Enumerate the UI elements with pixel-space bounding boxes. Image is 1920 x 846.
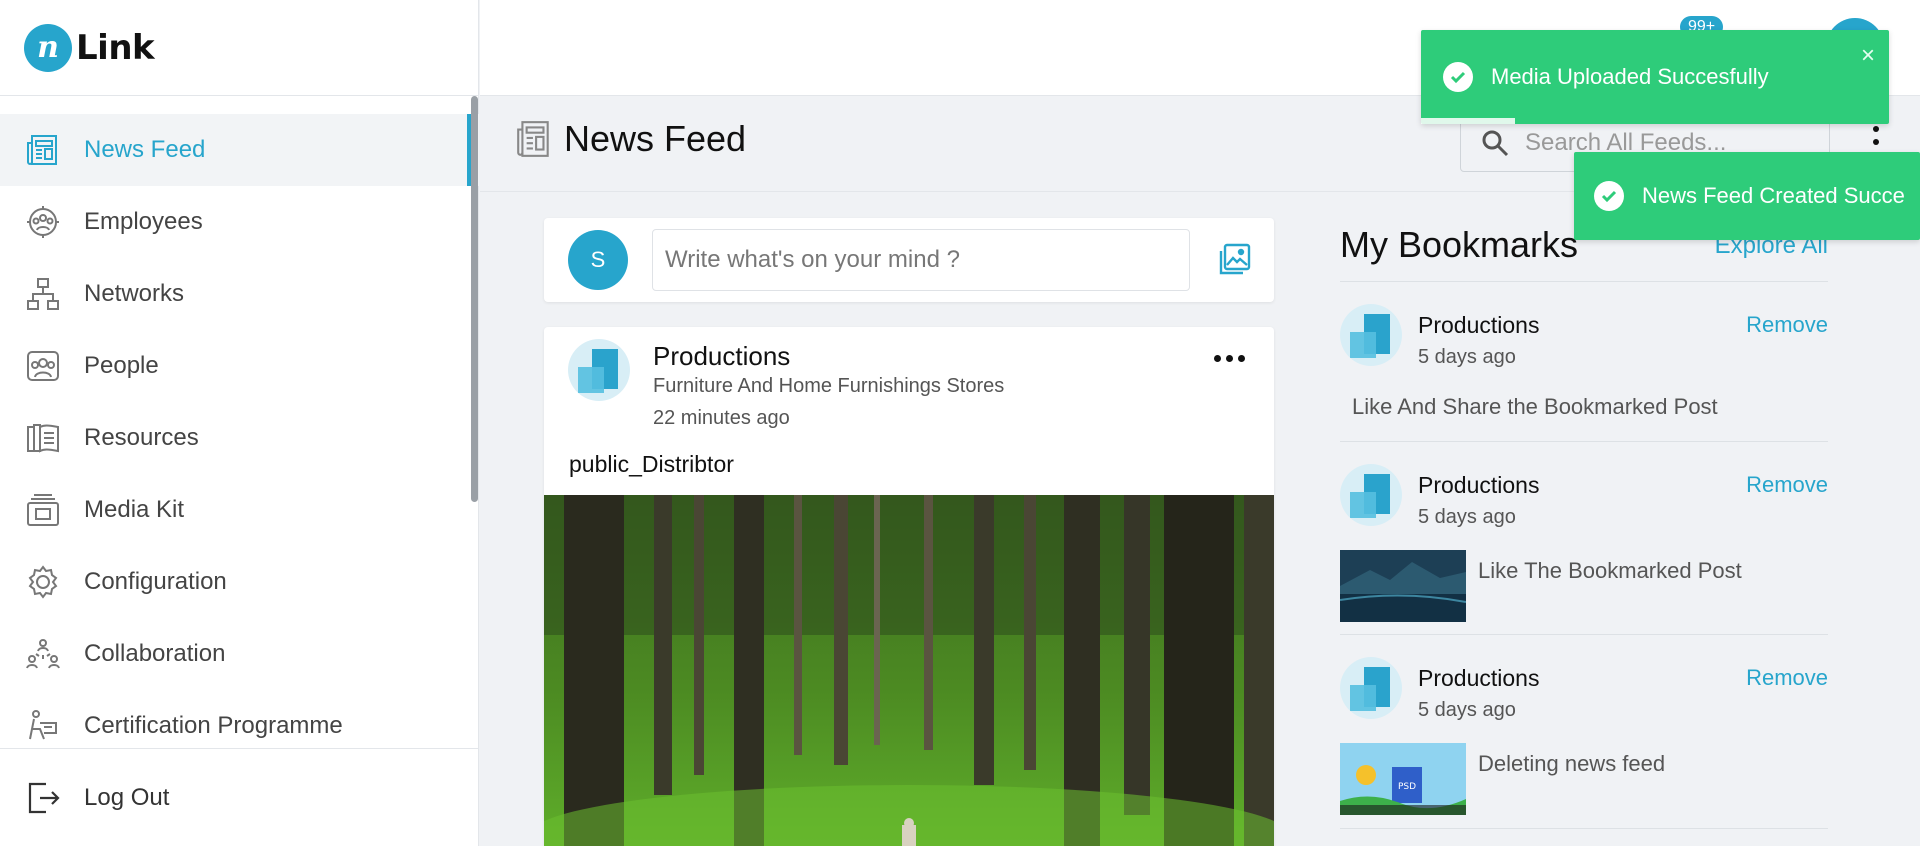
sidebar: n Link News Feed Employees Networks Peop… — [0, 0, 479, 846]
sidebar-item-employees[interactable]: Employees — [0, 186, 479, 258]
logout-label: Log Out — [84, 783, 170, 811]
psd-label: PSD — [1398, 782, 1416, 792]
page-title: News Feed — [516, 118, 746, 160]
page-title-text: News Feed — [564, 118, 747, 159]
bookmark-time: 5 days ago — [1418, 346, 1516, 368]
employees-icon — [24, 203, 62, 241]
newspaper-icon — [517, 121, 549, 157]
bookmark-time: 5 days ago — [1418, 506, 1516, 528]
sidebar-item-label: Media Kit — [84, 496, 185, 523]
bookmark-item[interactable]: Productions 5 days ago Remove Like The B… — [1340, 442, 1828, 635]
sidebar-item-label: Configuration — [84, 568, 227, 595]
bookmark-item[interactable]: Productions 5 days ago Remove Like And S… — [1340, 282, 1828, 442]
remove-bookmark-button[interactable]: Remove — [1746, 312, 1828, 338]
logout-button[interactable]: Log Out — [0, 748, 479, 846]
remove-bookmark-button[interactable]: Remove — [1746, 472, 1828, 498]
bookmark-author-avatar — [1340, 304, 1402, 366]
sidebar-scrollbar[interactable] — [471, 96, 478, 502]
bookmark-text: Like The Bookmarked Post — [1478, 558, 1742, 583]
bookmark-author-avatar — [1340, 657, 1402, 719]
people-icon — [24, 347, 62, 385]
bookmarks-panel: My Bookmarks Explore All Productions 5 d… — [1340, 218, 1828, 829]
toast-media-uploaded: Media Uploaded Succesfully × — [1421, 30, 1889, 124]
bookmark-author-name[interactable]: Productions — [1418, 472, 1539, 499]
composer-input[interactable] — [652, 229, 1190, 291]
network-icon — [24, 275, 62, 313]
gear-icon — [24, 563, 62, 601]
brand-logo[interactable]: n Link — [0, 0, 478, 96]
media-kit-icon — [24, 491, 62, 529]
sidebar-item-collaboration[interactable]: Collaboration — [0, 618, 479, 690]
post-author-category: Furniture And Home Furnishings Stores — [653, 375, 1005, 397]
sidebar-item-label: Networks — [84, 280, 185, 307]
post-composer: S — [544, 218, 1274, 302]
bookmark-item[interactable]: Productions 5 days ago Remove PSD Deleti… — [1340, 635, 1828, 829]
post-timestamp: 22 minutes ago — [653, 407, 790, 429]
sidebar-item-resources[interactable]: Resources — [0, 402, 479, 474]
bookmark-author-avatar — [1340, 464, 1402, 526]
post-author-name[interactable]: Productions — [653, 341, 790, 372]
logo-mark: n — [24, 23, 72, 72]
bookmark-thumbnail: PSD — [1340, 743, 1466, 815]
certification-icon — [24, 707, 62, 745]
sidebar-item-networks[interactable]: Networks — [0, 258, 479, 330]
toast-news-feed-created: News Feed Created Succe — [1574, 152, 1920, 240]
newspaper-icon — [24, 131, 62, 169]
forest-image — [544, 495, 1274, 846]
bookmarks-title: My Bookmarks — [1340, 224, 1579, 265]
sidebar-item-label: Resources — [84, 424, 199, 451]
book-icon — [24, 419, 62, 457]
feed-post: Productions Furniture And Home Furnishin… — [544, 327, 1274, 846]
remove-bookmark-button[interactable]: Remove — [1746, 665, 1828, 691]
search-icon — [1482, 130, 1509, 157]
collaboration-icon — [24, 635, 62, 673]
close-icon[interactable]: × — [1861, 42, 1875, 70]
sidebar-item-configuration[interactable]: Configuration — [0, 546, 479, 618]
logo-text: Link — [76, 27, 155, 68]
post-image[interactable] — [544, 495, 1274, 846]
image-upload-icon[interactable] — [1216, 242, 1252, 278]
bookmark-author-name[interactable]: Productions — [1418, 312, 1539, 339]
sidebar-item-label: Collaboration — [84, 640, 226, 667]
composer-avatar: S — [568, 230, 628, 290]
bookmark-thumbnail — [1340, 550, 1466, 622]
sidebar-item-label: News Feed — [84, 136, 206, 163]
bookmark-time: 5 days ago — [1418, 699, 1516, 721]
toast-message: Media Uploaded Succesfully — [1491, 64, 1769, 89]
toast-message: News Feed Created Succe — [1642, 183, 1905, 208]
sidebar-nav: News Feed Employees Networks People Reso… — [0, 114, 479, 762]
post-author-avatar[interactable] — [568, 339, 630, 401]
sidebar-item-label: Employees — [84, 208, 203, 235]
bookmark-author-name[interactable]: Productions — [1418, 665, 1539, 692]
logout-icon — [24, 779, 62, 817]
bookmark-text: Like And Share the Bookmarked Post — [1352, 394, 1718, 419]
check-circle-icon — [1443, 62, 1473, 92]
sidebar-item-media-kit[interactable]: Media Kit — [0, 474, 479, 546]
post-menu-icon[interactable] — [1214, 355, 1245, 362]
sidebar-item-label: People — [84, 352, 159, 379]
check-circle-icon — [1594, 181, 1624, 211]
sidebar-item-people[interactable]: People — [0, 330, 479, 402]
sidebar-item-label: Certification Programme — [84, 712, 343, 739]
toast-progress-bar — [1421, 118, 1515, 124]
bookmark-text: Deleting news feed — [1478, 751, 1666, 776]
sidebar-item-news-feed[interactable]: News Feed — [0, 114, 479, 186]
post-text: public_Distribtor — [569, 451, 734, 477]
